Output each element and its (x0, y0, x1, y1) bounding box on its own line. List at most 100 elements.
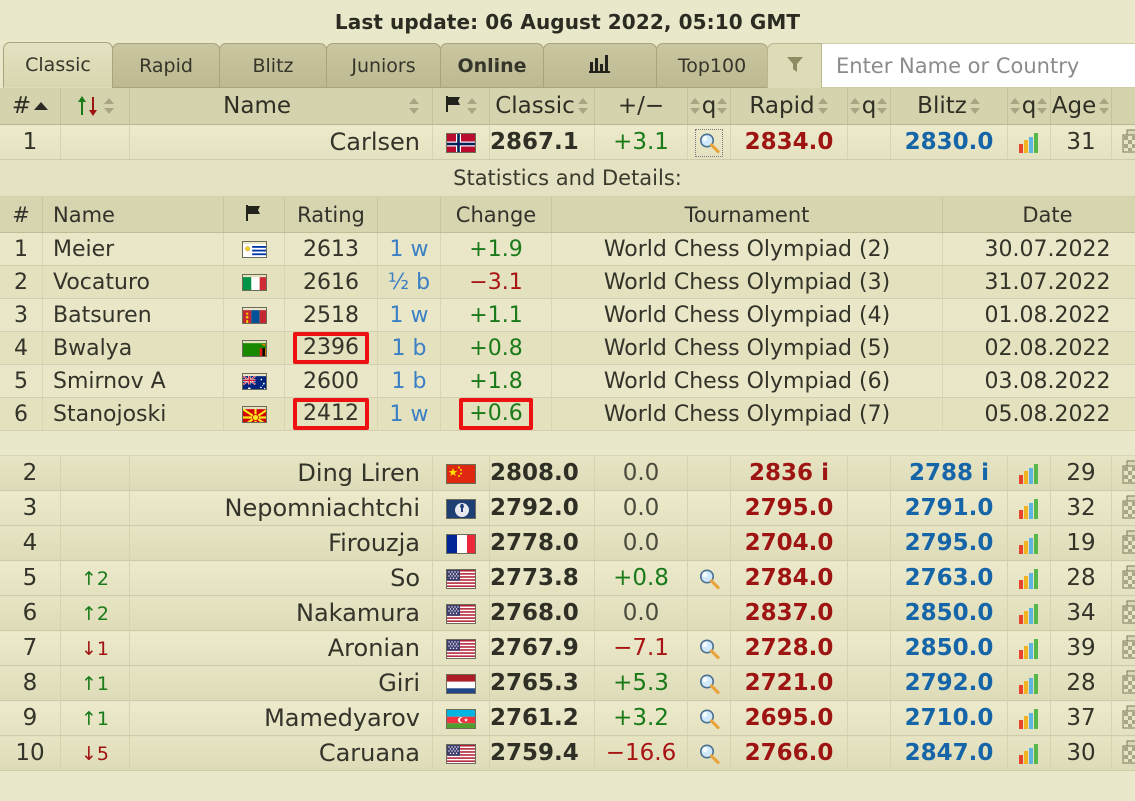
detail-cell-tournament[interactable]: World Chess Olympiad (2) (551, 232, 943, 266)
cell-board-link[interactable] (1111, 490, 1135, 526)
chessboard-icon[interactable] (1121, 600, 1135, 626)
cell-rating-graph[interactable] (1007, 595, 1051, 631)
rating-graph-icon[interactable] (1017, 603, 1041, 625)
detail-cell-tournament[interactable]: World Chess Olympiad (7) (551, 397, 943, 431)
table-row[interactable]: 2 Ding Liren 2808.0 0.0 2836 i 2788 i 29 (0, 456, 1135, 491)
sort-toggle-blitz[interactable] (969, 97, 981, 115)
table-row[interactable]: 10 ↓5 Caruana 2759.4 −16.6 2766.0 2847.0… (0, 735, 1135, 771)
tab-chart-view[interactable] (543, 43, 657, 88)
table-row[interactable]: 8 ↑1 Giri 2765.3 +5.3 2721.0 2792.0 28 (0, 665, 1135, 701)
cell-player-name[interactable]: Carlsen (129, 124, 433, 160)
column-header-classic[interactable]: Classic (489, 88, 595, 125)
table-row[interactable]: 6 ↑2 Nakamura 2768.0 0.0 2837.0 2850.0 3… (0, 595, 1135, 631)
chessboard-icon[interactable] (1121, 460, 1135, 486)
table-row[interactable]: 7 ↓1 Aronian 2767.9 −7.1 2728.0 2850.0 3… (0, 630, 1135, 666)
chessboard-icon[interactable] (1121, 740, 1135, 766)
chessboard-icon[interactable] (1121, 565, 1135, 591)
cell-detail-toggle[interactable] (687, 735, 731, 771)
column-header-plusminus[interactable]: +/− (594, 88, 688, 125)
cell-detail-toggle[interactable] (687, 665, 731, 701)
cell-detail-toggle[interactable] (687, 124, 731, 160)
cell-player-name[interactable]: So (129, 560, 433, 596)
detail-cell-tournament[interactable]: World Chess Olympiad (6) (551, 364, 943, 398)
chessboard-icon[interactable] (1121, 495, 1135, 521)
rating-graph-icon[interactable] (1017, 638, 1041, 660)
cell-player-name[interactable]: Nepomniachtchi (129, 490, 433, 526)
sort-toggle-flag[interactable] (467, 97, 478, 115)
rating-graph-icon[interactable] (1017, 568, 1041, 590)
column-header-flag[interactable] (432, 88, 490, 125)
rating-graph-icon[interactable] (1017, 463, 1041, 485)
cell-board-link[interactable] (1111, 665, 1135, 701)
rating-graph-icon[interactable] (1017, 673, 1041, 695)
sort-toggle-rapid-detail-right[interactable] (877, 97, 888, 115)
tab-juniors[interactable]: Juniors (326, 43, 441, 88)
detail-row[interactable]: 2 Vocaturo 2616 ½ b −3.1 World Chess Oly… (0, 265, 1135, 299)
column-header-blitz[interactable]: Blitz (890, 88, 1008, 125)
table-row[interactable]: 5 ↑2 So 2773.8 +0.8 2784.0 2763.0 28 (0, 560, 1135, 596)
cell-detail-toggle[interactable] (687, 630, 731, 666)
table-row[interactable]: 1 Carlsen 2867.1 +3.1 2834.0 2830.0 31 (0, 124, 1135, 160)
chessboard-icon[interactable] (1121, 670, 1135, 696)
sort-toggle-blitz-detail-left[interactable] (1009, 97, 1021, 115)
magnifier-icon[interactable] (697, 707, 721, 731)
detail-cell-opponent[interactable]: Meier (42, 232, 224, 266)
sort-toggle-rapid[interactable] (817, 97, 829, 115)
sort-toggle-detail-right[interactable] (717, 97, 728, 115)
detail-row[interactable]: 6 Stanojoski 2412 1 w +0.6 World Chess O… (0, 397, 1135, 431)
tab-rapid[interactable]: Rapid (112, 43, 220, 88)
table-row[interactable]: 4 Firouzja 2778.0 0.0 2704.0 2795.0 19 (0, 525, 1135, 561)
cell-player-name[interactable]: Mamedyarov (129, 700, 433, 736)
table-row[interactable]: 9 ↑1 Mamedyarov 2761.2 +3.2 2695.0 2710.… (0, 700, 1135, 736)
cell-board-link[interactable] (1111, 595, 1135, 631)
cell-player-name[interactable]: Aronian (129, 630, 433, 666)
cell-rating-graph[interactable] (1007, 525, 1051, 561)
cell-rating-graph[interactable] (1007, 490, 1051, 526)
cell-board-link[interactable] (1111, 525, 1135, 561)
cell-detail-toggle[interactable] (687, 700, 731, 736)
chessboard-icon[interactable] (1121, 129, 1135, 155)
sort-toggle-rapid-detail-left[interactable] (849, 97, 861, 115)
cell-board-link[interactable] (1111, 700, 1135, 736)
cell-rating-graph[interactable] (1007, 700, 1051, 736)
cell-board-link[interactable] (1111, 630, 1135, 666)
cell-player-name[interactable]: Giri (129, 665, 433, 701)
filter-button[interactable] (767, 43, 822, 88)
rating-graph-icon[interactable] (1017, 708, 1041, 730)
cell-board-link[interactable] (1111, 735, 1135, 771)
cell-board-link[interactable] (1111, 124, 1135, 160)
detail-row[interactable]: 5 Smirnov A 2600 1 b +1.8 World Chess Ol… (0, 364, 1135, 398)
detail-cell-tournament[interactable]: World Chess Olympiad (5) (551, 331, 943, 365)
column-header-blitz-detail[interactable]: q (1007, 88, 1051, 125)
sort-toggle-age[interactable] (1099, 97, 1110, 115)
tab-online[interactable]: Online (440, 43, 544, 88)
column-header-detail-toggle[interactable]: q (687, 88, 731, 125)
column-header-rapid[interactable]: Rapid (730, 88, 848, 125)
detail-cell-opponent[interactable]: Batsuren (42, 298, 224, 332)
search-box[interactable] (822, 43, 1135, 88)
cell-rating-graph[interactable] (1007, 665, 1051, 701)
magnifier-icon[interactable] (697, 742, 721, 766)
column-header-movement[interactable] (60, 88, 130, 125)
sort-toggle-movement[interactable] (104, 97, 115, 115)
detail-cell-opponent[interactable]: Smirnov A (42, 364, 224, 398)
chessboard-icon[interactable] (1121, 705, 1135, 731)
sort-toggle-detail-left[interactable] (689, 97, 701, 115)
tab-classic[interactable]: Classic (3, 42, 113, 88)
magnifier-icon[interactable] (697, 637, 721, 661)
column-header-age[interactable]: Age (1050, 88, 1112, 125)
cell-rating-graph[interactable] (1007, 735, 1051, 771)
table-row[interactable]: 3 Nepomniachtchi 2792.0 0.0 2795.0 2791.… (0, 490, 1135, 526)
rating-graph-icon[interactable] (1017, 498, 1041, 520)
detail-cell-opponent[interactable]: Stanojoski (42, 397, 224, 431)
cell-player-name[interactable]: Firouzja (129, 525, 433, 561)
cell-player-name[interactable]: Caruana (129, 735, 433, 771)
column-header-name[interactable]: Name (129, 88, 433, 125)
detail-cell-opponent[interactable]: Vocaturo (42, 265, 224, 299)
sort-toggle-name[interactable] (409, 97, 420, 115)
magnifier-icon[interactable] (697, 567, 721, 591)
detail-cell-tournament[interactable]: World Chess Olympiad (3) (551, 265, 943, 299)
rating-graph-icon[interactable] (1017, 743, 1041, 765)
cell-player-name[interactable]: Ding Liren (129, 456, 433, 491)
column-header-rapid-detail[interactable]: q (847, 88, 891, 125)
